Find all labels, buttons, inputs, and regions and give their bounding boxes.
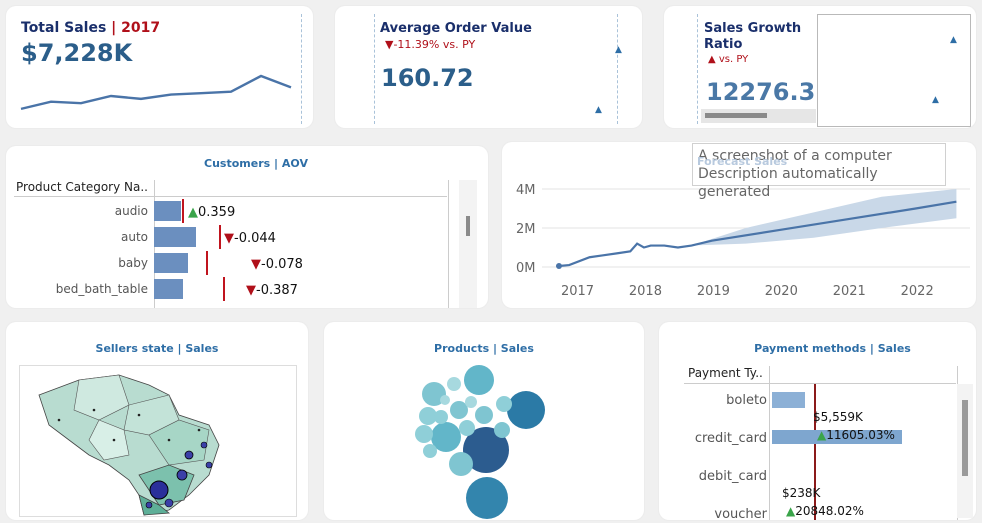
kpi-sales-label: Total Sales <box>21 20 107 36</box>
horizontal-scrollbar[interactable] <box>701 109 816 123</box>
scrollbar-thumb[interactable] <box>705 113 767 118</box>
forecast-line <box>558 200 957 268</box>
delta-value: 0.359 <box>198 205 236 220</box>
payments-title: Payment methods | Sales <box>754 342 911 355</box>
kpi-growth-title-1: Sales Growth <box>704 21 802 36</box>
delta-value: 20848.02% <box>795 504 864 518</box>
kpi-divider <box>617 14 618 124</box>
aov-delta-label: ▼-0.078 <box>251 257 303 272</box>
reference-line <box>223 277 225 301</box>
kpi-growth-title-2: Ratio <box>704 37 743 52</box>
x-tick-label: 2019 <box>697 284 730 299</box>
aov-bar[interactable] <box>154 253 188 273</box>
x-tick-label: 2017 <box>561 284 594 299</box>
category-label[interactable]: bed_bath_table <box>6 282 148 296</box>
delta-value: 11605.03% <box>826 428 895 442</box>
delta-value: -0.044 <box>234 231 276 246</box>
kpi-growth-card[interactable]: Sales Growth Ratio ▲ vs. PY 12276.3 ▲ ▲ <box>664 6 976 128</box>
payment-type-label[interactable]: credit_card <box>659 431 767 446</box>
brazil-map[interactable] <box>19 365 295 516</box>
kpi-aov-delta: ▼-11.39% vs. PY <box>385 38 476 51</box>
kpi-aov-title: Average Order Value <box>380 21 532 36</box>
customers-aov-card[interactable]: Customers | AOV Product Category Na.. au… <box>6 146 488 308</box>
kpi-aov-value: 160.72 <box>381 64 474 92</box>
up-arrow-icon: ▲ <box>188 205 198 220</box>
category-label[interactable]: audio <box>6 204 148 218</box>
payment-delta: ▲11605.03% <box>817 428 895 442</box>
sales-sparkline <box>20 74 292 111</box>
down-arrow-icon: ▼ <box>246 283 256 298</box>
delta-value: -0.387 <box>256 283 298 298</box>
products-bubble-chart[interactable] <box>324 322 644 520</box>
payment-type-label[interactable]: boleto <box>659 393 767 408</box>
x-tick-label: 2020 <box>765 284 798 299</box>
scrollbar-thumb[interactable] <box>962 400 968 476</box>
kpi-sales-year: 2017 <box>121 20 161 36</box>
tooltip-line-2: Description automatically generated <box>698 166 878 200</box>
kpi-sales-separator: | <box>106 20 122 36</box>
category-header[interactable]: Product Category Na.. <box>16 180 148 194</box>
payment-delta: ▲20848.02% <box>786 504 864 518</box>
category-label[interactable]: baby <box>6 256 148 270</box>
y-tick-label: 0M <box>516 261 536 276</box>
category-label[interactable]: auto <box>6 230 148 244</box>
reference-line <box>219 225 221 249</box>
marker-triangle-icon: ▲ <box>595 105 602 115</box>
reference-line <box>182 199 184 223</box>
reference-line <box>206 251 208 275</box>
kpi-total-sales-title: Total Sales | 2017 <box>21 21 160 36</box>
payments-card[interactable]: Payment methods | Sales Payment Ty.. bol… <box>659 322 976 520</box>
products-card[interactable]: Products | Sales <box>324 322 644 520</box>
down-arrow-icon: ▼ <box>224 231 234 246</box>
kpi-total-sales-card[interactable]: Total Sales | 2017 $7,228K <box>6 6 313 128</box>
delta-value: -0.078 <box>261 257 303 272</box>
start-point <box>555 263 562 270</box>
x-tick-label: 2022 <box>901 284 934 299</box>
customers-aov-title: Customers | AOV <box>204 157 308 170</box>
payment-value: $238K <box>782 486 821 500</box>
aov-bar[interactable] <box>154 227 196 247</box>
kpi-total-sales-value: $7,228K <box>21 39 133 67</box>
up-arrow-icon: ▲ <box>786 504 796 518</box>
up-arrow-icon: ▲ <box>817 428 827 442</box>
kpi-growth-delta: ▲ vs. PY <box>708 54 749 65</box>
aov-delta-label: ▲0.359 <box>188 205 235 220</box>
payment-value: $5,559K <box>813 410 863 424</box>
row-container: audio ▲0.359 auto ▼-0.044 baby ▼-0.078 bed_bat… <box>6 199 466 308</box>
scrollbar-thumb[interactable] <box>466 216 470 236</box>
marker-triangle-icon: ▲ <box>615 45 622 55</box>
sparkline-line <box>20 74 292 111</box>
kpi-divider <box>301 14 302 124</box>
aov-bar[interactable] <box>154 279 184 299</box>
down-arrow-icon: ▼ <box>251 257 261 272</box>
kpi-left-divider <box>374 14 375 124</box>
growth-pane-box <box>817 14 971 127</box>
marker-triangle-icon: ▲ <box>932 95 939 105</box>
row-container: boleto credit_card $5,559K ▲11605.03% debit_… <box>659 384 959 520</box>
payment-type-header[interactable]: Payment Ty.. <box>688 366 763 380</box>
kpi-aov-card[interactable]: Average Order Value ▼-11.39% vs. PY 160.… <box>335 6 642 128</box>
x-tick-label: 2018 <box>629 284 662 299</box>
aov-bar[interactable] <box>154 201 181 221</box>
payment-type-label[interactable]: voucher <box>659 507 767 520</box>
vertical-scrollbar[interactable] <box>459 180 477 308</box>
vertical-scrollbar[interactable] <box>957 384 973 518</box>
payment-type-label[interactable]: debit_card <box>659 469 767 484</box>
aov-delta-label: ▼-0.387 <box>246 283 298 298</box>
sellers-card[interactable]: Sellers state | Sales <box>6 322 308 520</box>
kpi-growth-value: 12276.3 <box>706 78 816 106</box>
sellers-title: Sellers state | Sales <box>95 342 219 355</box>
x-tick-label: 2021 <box>833 284 866 299</box>
aov-delta-label: ▼-0.044 <box>224 231 276 246</box>
payment-bar[interactable] <box>772 392 805 408</box>
y-tick-label: 2M <box>516 222 536 237</box>
y-tick-label: 4M <box>516 183 536 198</box>
forecast-title: Forecast Sales <box>697 155 788 168</box>
kpi-left-divider <box>697 14 698 124</box>
marker-triangle-icon: ▲ <box>950 35 957 45</box>
